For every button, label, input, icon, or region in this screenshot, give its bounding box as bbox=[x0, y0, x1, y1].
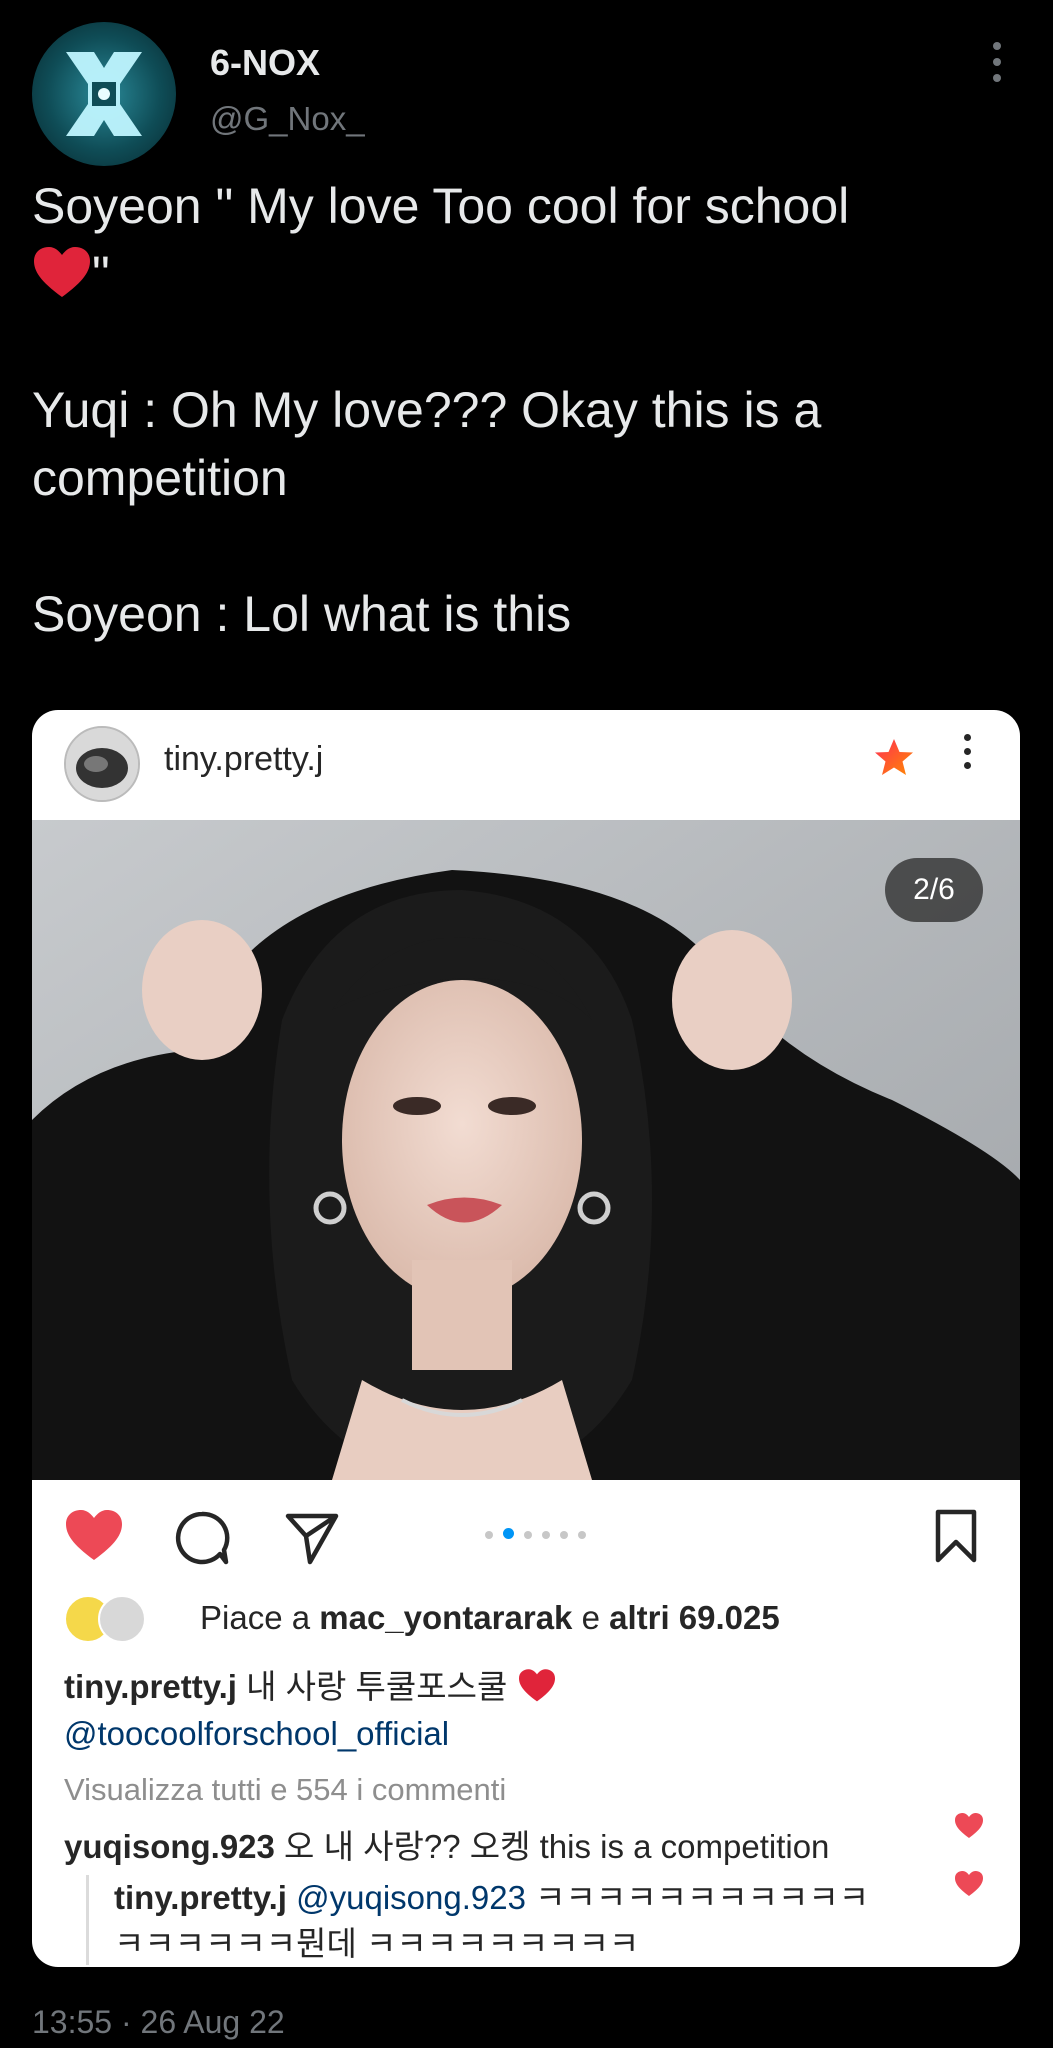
bookmark-icon[interactable] bbox=[932, 1508, 980, 1564]
author-name[interactable]: 6-NOX bbox=[210, 42, 320, 84]
reply-text-2: ㅋㅋㅋㅋㅋㅋ뭔데 ㅋㅋㅋㅋㅋㅋㅋㅋㅋ bbox=[114, 1925, 640, 1962]
ig-more-icon[interactable] bbox=[960, 734, 974, 776]
heart-emoji bbox=[518, 1669, 555, 1702]
author-handle[interactable]: @G_Nox_ bbox=[210, 100, 365, 138]
more-vertical-icon[interactable] bbox=[982, 42, 1012, 92]
ig-action-bar bbox=[32, 1480, 1020, 1590]
photo-illustration bbox=[32, 820, 1020, 1480]
ig-username[interactable]: tiny.pretty.j bbox=[164, 740, 323, 779]
comment: yuqisong.923 오 내 사랑?? 오켕 this is a compe… bbox=[64, 1820, 829, 1868]
reply-thread-line bbox=[86, 1875, 89, 1965]
reply-heart-icon[interactable] bbox=[954, 1870, 984, 1898]
heart-icon[interactable] bbox=[64, 1508, 124, 1564]
reply-comment: tiny.pretty.j @yuqisong.923 ㅋㅋㅋㅋㅋㅋㅋㅋㅋㅋㅋ … bbox=[114, 1875, 914, 1967]
comment-icon[interactable] bbox=[174, 1510, 230, 1566]
caption-mention[interactable]: @toocoolforschool_official bbox=[64, 1715, 449, 1753]
star-icon bbox=[875, 739, 913, 775]
tweet-line-2: Yuqi : Oh My love??? Okay this is a bbox=[32, 382, 822, 438]
comment-user[interactable]: yuqisong.923 bbox=[64, 1828, 275, 1865]
ig-caption: tiny.pretty.j 내 사랑 투쿨포스쿨 bbox=[64, 1660, 557, 1708]
ig-avatar bbox=[64, 726, 140, 802]
ig-post-header: tiny.pretty.j bbox=[32, 710, 1020, 820]
tweet-text: Soyeon " My love Too cool for school " Y… bbox=[32, 172, 1012, 648]
caption-user[interactable]: tiny.pretty.j bbox=[64, 1668, 237, 1705]
likes-user[interactable]: mac_yontararak bbox=[319, 1599, 572, 1636]
caption-text: 내 사랑 투쿨포스쿨 bbox=[236, 1668, 508, 1705]
comment-heart-icon[interactable] bbox=[954, 1812, 984, 1840]
tweet-line-1-end: " bbox=[92, 246, 110, 302]
reply-user[interactable]: tiny.pretty.j bbox=[114, 1879, 287, 1916]
image-counter-badge: 2/6 bbox=[885, 858, 983, 922]
tweet-line-3: competition bbox=[32, 450, 288, 506]
likes-prefix: Piace a bbox=[200, 1599, 320, 1636]
ig-post-photo[interactable]: 2/6 bbox=[32, 820, 1020, 1480]
tweet-timestamp[interactable]: 13:55 · 26 Aug 22 bbox=[32, 2004, 285, 2041]
share-icon[interactable] bbox=[284, 1510, 340, 1566]
author-avatar[interactable] bbox=[32, 22, 176, 166]
liker-avatar bbox=[98, 1595, 146, 1643]
view-all-comments[interactable]: Visualizza tutti e 554 i commenti bbox=[64, 1772, 506, 1808]
tweet-line-1: Soyeon " My love Too cool for school bbox=[32, 178, 850, 234]
likes-others[interactable]: altri 69.025 bbox=[609, 1599, 780, 1636]
carousel-dots bbox=[480, 1526, 591, 1539]
reply-text-1: ㅋㅋㅋㅋㅋㅋㅋㅋㅋㅋㅋ bbox=[525, 1879, 870, 1916]
tweet-line-4: Soyeon : Lol what is this bbox=[32, 586, 572, 642]
reply-mention[interactable]: @yuqisong.923 bbox=[296, 1879, 526, 1916]
likes-mid: e bbox=[572, 1599, 610, 1636]
avatar-x-logo bbox=[66, 52, 142, 136]
instagram-screenshot-card[interactable]: tiny.pretty.j 2/6 Piace a mac_yontararak… bbox=[32, 710, 1020, 1967]
heart-emoji bbox=[34, 247, 90, 297]
comment-text: 오 내 사랑?? 오켕 this is a competition bbox=[274, 1828, 830, 1865]
